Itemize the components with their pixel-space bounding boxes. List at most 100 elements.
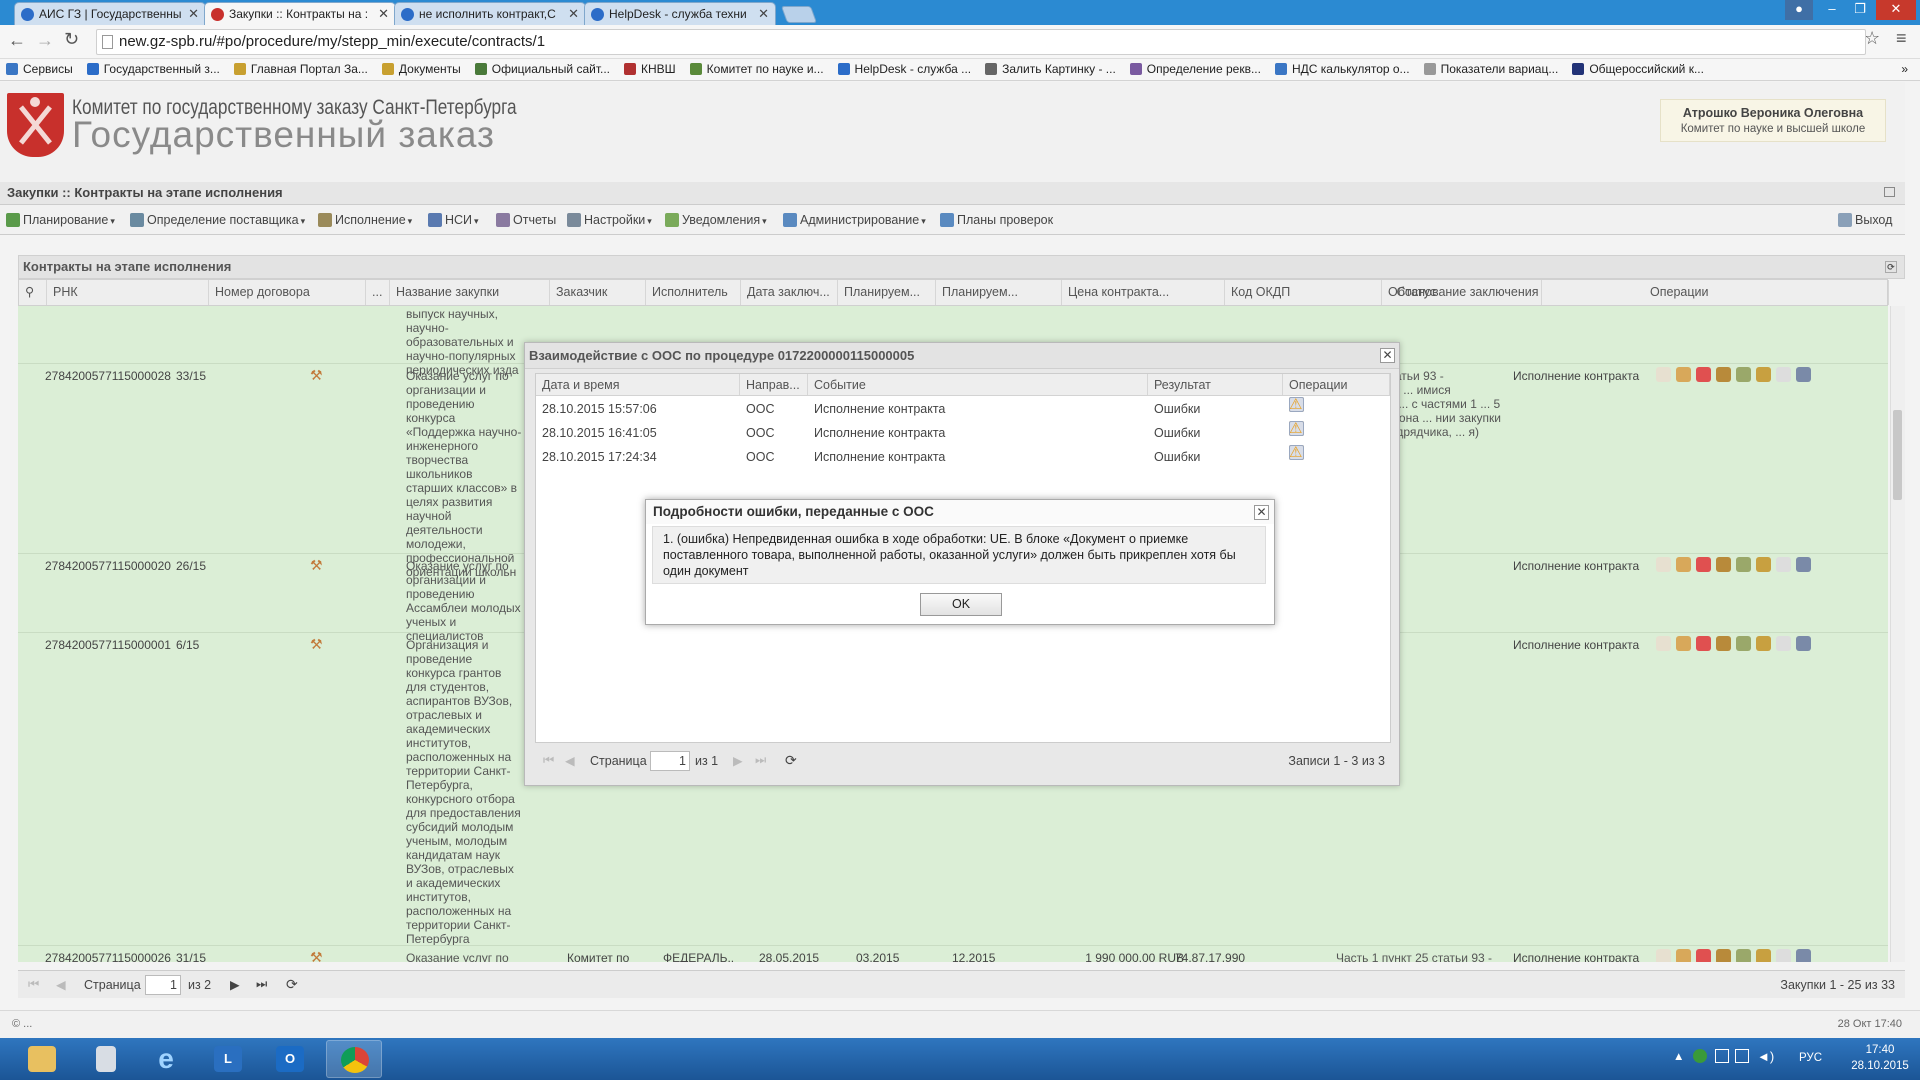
menu-item-4[interactable]: НСИ ▾ [428, 213, 479, 228]
col-datetime[interactable]: Дата и время [536, 374, 740, 395]
first-page-icon[interactable]: ⏮ [28, 977, 39, 992]
emblem-icon[interactable] [1716, 949, 1731, 962]
close-dialog-button[interactable]: ✕ [1254, 505, 1269, 520]
col-header[interactable]: Исполнитель [646, 280, 741, 305]
document-icon[interactable] [1656, 367, 1671, 383]
gear-icon[interactable] [1736, 636, 1751, 652]
menu-item-6[interactable]: Настройки ▾ [567, 213, 652, 228]
stop-icon[interactable] [1696, 949, 1711, 962]
col-result[interactable]: Результат [1148, 374, 1283, 395]
chart-icon[interactable] [1796, 949, 1811, 962]
edit-icon[interactable] [1676, 636, 1691, 652]
emblem-icon[interactable] [1716, 367, 1731, 383]
bookmark-item[interactable]: НДС калькулятор о... [1274, 59, 1410, 80]
prev-page-icon[interactable]: ◀ [56, 977, 66, 992]
back-icon[interactable]: ← [8, 30, 26, 51]
browser-tab-search[interactable]: не исполнить контракт,С ✕ [394, 2, 586, 25]
chrome-taskbar-button[interactable] [326, 1040, 382, 1078]
star-icon[interactable]: ☆ [1864, 28, 1880, 49]
menu-item-9[interactable]: Планы проверок [940, 213, 1053, 227]
col-header[interactable]: ... [366, 280, 390, 305]
filter-icon[interactable]: ⚲ [19, 280, 47, 305]
bookmark-item[interactable]: Определение рекв... [1129, 59, 1261, 80]
col-header[interactable]: Название закупки [390, 280, 550, 305]
stack-icon[interactable] [1756, 557, 1771, 573]
col-header[interactable]: Планируем... [936, 280, 1062, 305]
page-input[interactable]: 1 [145, 975, 181, 995]
collapse-icon[interactable] [1884, 187, 1895, 197]
refresh-icon[interactable]: ⟳ [286, 976, 298, 993]
emblem-icon[interactable] [1716, 636, 1731, 652]
volume-icon[interactable]: ◄) [1757, 1049, 1774, 1064]
col-direction[interactable]: Направ... [740, 374, 808, 395]
minimize-button[interactable]: – [1818, 0, 1846, 20]
stop-icon[interactable] [1696, 557, 1711, 573]
menu-item-2[interactable]: Определение поставщика ▾ [130, 213, 305, 228]
close-icon[interactable]: ✕ [378, 3, 389, 25]
bookmark-item[interactable]: Главная Портал За... [233, 59, 368, 80]
chart-icon[interactable] [1796, 367, 1811, 383]
warning-icon[interactable]: ⚠ [1289, 421, 1304, 436]
stop-icon[interactable] [1696, 636, 1711, 652]
col-header[interactable]: Планируем... [838, 280, 936, 305]
warning-icon[interactable]: ⚠ [1289, 397, 1304, 412]
last-page-icon[interactable]: ⏭ [755, 753, 766, 768]
next-page-icon[interactable]: ▶ [733, 753, 743, 768]
antivirus-icon[interactable] [1693, 1049, 1707, 1063]
edit-icon[interactable] [1676, 557, 1691, 573]
hammer-icon[interactable]: ⚒ [310, 558, 323, 572]
ok-button[interactable]: OK [920, 593, 1002, 616]
hammer-icon[interactable]: ⚒ [310, 637, 323, 651]
language-indicator[interactable]: РУС [1799, 1052, 1822, 1064]
chart-icon[interactable] [1796, 636, 1811, 652]
bookmarks-overflow-icon[interactable]: » [1901, 59, 1908, 80]
forward-icon[interactable]: → [36, 30, 54, 51]
blank-icon[interactable] [1776, 557, 1791, 573]
edit-icon[interactable] [1676, 949, 1691, 962]
col-header[interactable]: Цена контракта... [1062, 280, 1225, 305]
bookmark-item[interactable]: Государственный з... [86, 59, 220, 80]
restore-button[interactable]: ❐ [1846, 0, 1874, 20]
ie-taskbar-button[interactable]: e [138, 1040, 194, 1078]
gear-icon[interactable] [1736, 557, 1751, 573]
calculator-taskbar-button[interactable] [78, 1040, 134, 1078]
blank-icon[interactable] [1776, 949, 1791, 962]
edit-icon[interactable] [1676, 367, 1691, 383]
bookmark-item[interactable]: Показатели вариац... [1423, 59, 1558, 80]
col-header[interactable]: Дата заключ... [741, 280, 838, 305]
close-window-button[interactable]: ✕ [1876, 0, 1916, 20]
menu-item-8[interactable]: Администрирование ▾ [783, 213, 926, 228]
col-header[interactable]: РНК [47, 280, 209, 305]
explorer-taskbar-button[interactable] [14, 1040, 70, 1078]
network-icon[interactable] [1715, 1049, 1729, 1063]
table-row[interactable]: 28.10.2015 16:41:05 ООС Исполнение контрак… [536, 421, 1381, 445]
gear-icon[interactable] [1736, 949, 1751, 962]
prev-page-icon[interactable]: ◀ [565, 753, 575, 768]
warning-icon[interactable]: ⚠ [1289, 445, 1304, 460]
bookmark-item[interactable]: Документы [381, 59, 461, 80]
flag-icon[interactable] [1735, 1049, 1749, 1063]
col-header[interactable]: Статус [1319, 280, 1442, 305]
document-icon[interactable] [1656, 949, 1671, 962]
blank-icon[interactable] [1776, 636, 1791, 652]
table-row[interactable]: 28.10.2015 17:24:34 ООС Исполнение контрак… [536, 445, 1381, 469]
emblem-icon[interactable] [1716, 557, 1731, 573]
blank-icon[interactable] [1776, 367, 1791, 383]
browser-tab-zakupki[interactable]: Закупки :: Контракты на : ✕ [204, 2, 396, 26]
user-info[interactable]: Атрошко Вероника Олеговна Комитет по нау… [1660, 99, 1886, 142]
bookmark-item[interactable]: Залить Картинку - ... [985, 59, 1116, 80]
hammer-icon[interactable]: ⚒ [310, 950, 323, 962]
bookmark-item[interactable]: Официальный сайт... [474, 59, 610, 80]
last-page-icon[interactable]: ⏭ [256, 977, 267, 992]
close-dialog-button[interactable]: ✕ [1380, 348, 1395, 363]
bookmark-item[interactable]: HelpDesk - служба ... [837, 59, 971, 80]
clock-time[interactable]: 17:40 [1855, 1044, 1905, 1056]
refresh-icon[interactable]: ⟳ [1885, 261, 1897, 273]
gear-icon[interactable] [1736, 367, 1751, 383]
address-input[interactable]: new.gz-spb.ru/#po/procedure/my/stepp_min… [96, 29, 1866, 55]
document-icon[interactable] [1656, 557, 1671, 573]
menu-item-5[interactable]: Отчеты [496, 213, 556, 227]
col-header[interactable]: Номер договора [209, 280, 366, 305]
first-page-icon[interactable]: ⏮ [543, 753, 554, 768]
col-event[interactable]: Событие [808, 374, 1148, 395]
